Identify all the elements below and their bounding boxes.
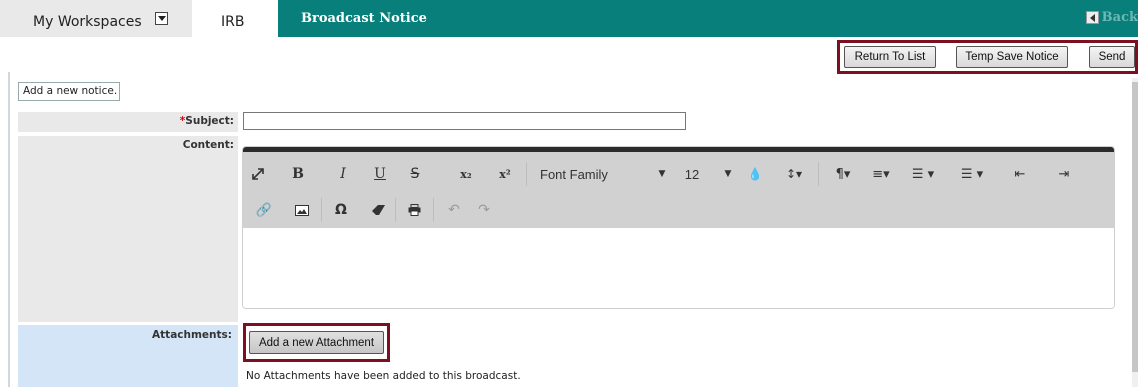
- toolbar-separator: [321, 198, 322, 222]
- attachment-button-highlight: Add a new Attachment: [243, 323, 390, 362]
- unordered-list-icon[interactable]: ☰ ▾: [955, 164, 989, 184]
- my-workspaces-label: My Workspaces: [33, 14, 142, 30]
- fullscreen-icon[interactable]: [249, 164, 267, 184]
- underline-icon[interactable]: U: [371, 164, 389, 184]
- content-label: Content:: [18, 136, 238, 322]
- back-arrow-icon: [1085, 11, 1099, 24]
- subject-input[interactable]: [243, 112, 686, 130]
- undo-icon[interactable]: ↶: [445, 200, 463, 220]
- align-icon[interactable]: ≡▾: [869, 164, 893, 184]
- rich-text-editor: B I U S x₂ x² Font Family ▼ 12 ▼ 💧 ↕▾ ¶▾…: [242, 146, 1115, 309]
- attachments-label: Attachments:: [18, 325, 238, 387]
- indent-icon[interactable]: ⇥: [1055, 164, 1073, 184]
- frame-divider: [8, 72, 10, 387]
- italic-icon[interactable]: I: [334, 164, 352, 184]
- image-icon[interactable]: [293, 200, 311, 220]
- scrollbar-thumb[interactable]: [1132, 82, 1138, 372]
- tool-title-bar: Broadcast Notice Back: [278, 0, 1138, 37]
- page-mode-label: Add a new notice.: [18, 82, 120, 101]
- outdent-icon[interactable]: ⇤: [1011, 164, 1029, 184]
- strikethrough-icon[interactable]: S: [406, 164, 424, 184]
- font-family-select[interactable]: Font Family: [540, 164, 620, 184]
- toolbar-separator: [526, 162, 527, 186]
- ordered-list-icon[interactable]: ☰ ▾: [909, 164, 937, 184]
- toolbar-separator: [818, 162, 819, 186]
- chevron-down-icon[interactable]: ▼: [723, 164, 733, 184]
- subscript-icon[interactable]: x₂: [456, 164, 476, 184]
- bold-icon[interactable]: B: [289, 164, 307, 184]
- vertical-scrollbar[interactable]: [1132, 78, 1138, 387]
- paragraph-format-icon[interactable]: ¶▾: [831, 164, 855, 184]
- top-navigation-bar: My Workspaces IRB Broadcast Notice Back: [0, 0, 1138, 37]
- action-bar: Return To List Temp Save Notice Send: [837, 40, 1138, 74]
- my-workspaces-tab[interactable]: My Workspaces: [0, 0, 192, 37]
- editor-content-area[interactable]: [243, 228, 1114, 308]
- subject-label: *Subject:: [18, 112, 238, 132]
- send-button[interactable]: Send: [1089, 46, 1135, 68]
- site-tab-irb[interactable]: IRB: [192, 0, 278, 37]
- no-attachments-message: No Attachments have been added to this b…: [246, 370, 521, 382]
- add-attachment-button[interactable]: Add a new Attachment: [249, 331, 384, 354]
- redo-icon[interactable]: ↷: [475, 200, 493, 220]
- tool-title: Broadcast Notice: [301, 11, 427, 26]
- chevron-down-icon[interactable]: ▼: [657, 164, 667, 184]
- toolbar-separator: [433, 198, 434, 222]
- temp-save-notice-button[interactable]: Temp Save Notice: [956, 46, 1068, 68]
- link-icon[interactable]: 🔗: [255, 200, 273, 220]
- text-color-icon[interactable]: 💧: [748, 164, 763, 184]
- superscript-icon[interactable]: x²: [495, 164, 515, 184]
- print-icon[interactable]: [405, 200, 423, 220]
- line-height-icon[interactable]: ↕▾: [783, 164, 805, 184]
- subject-label-text: Subject:: [185, 115, 234, 127]
- back-link[interactable]: Back: [1085, 10, 1138, 25]
- workspaces-dropdown-icon[interactable]: [155, 12, 168, 25]
- editor-toolbar: B I U S x₂ x² Font Family ▼ 12 ▼ 💧 ↕▾ ¶▾…: [243, 152, 1114, 228]
- font-size-select[interactable]: 12: [683, 164, 701, 184]
- site-tab-label: IRB: [221, 14, 245, 30]
- toolbar-separator: [395, 198, 396, 222]
- special-characters-icon[interactable]: Ω: [332, 200, 350, 220]
- clear-formatting-icon[interactable]: [369, 200, 387, 220]
- return-to-list-button[interactable]: Return To List: [844, 46, 936, 68]
- back-label: Back: [1101, 10, 1138, 25]
